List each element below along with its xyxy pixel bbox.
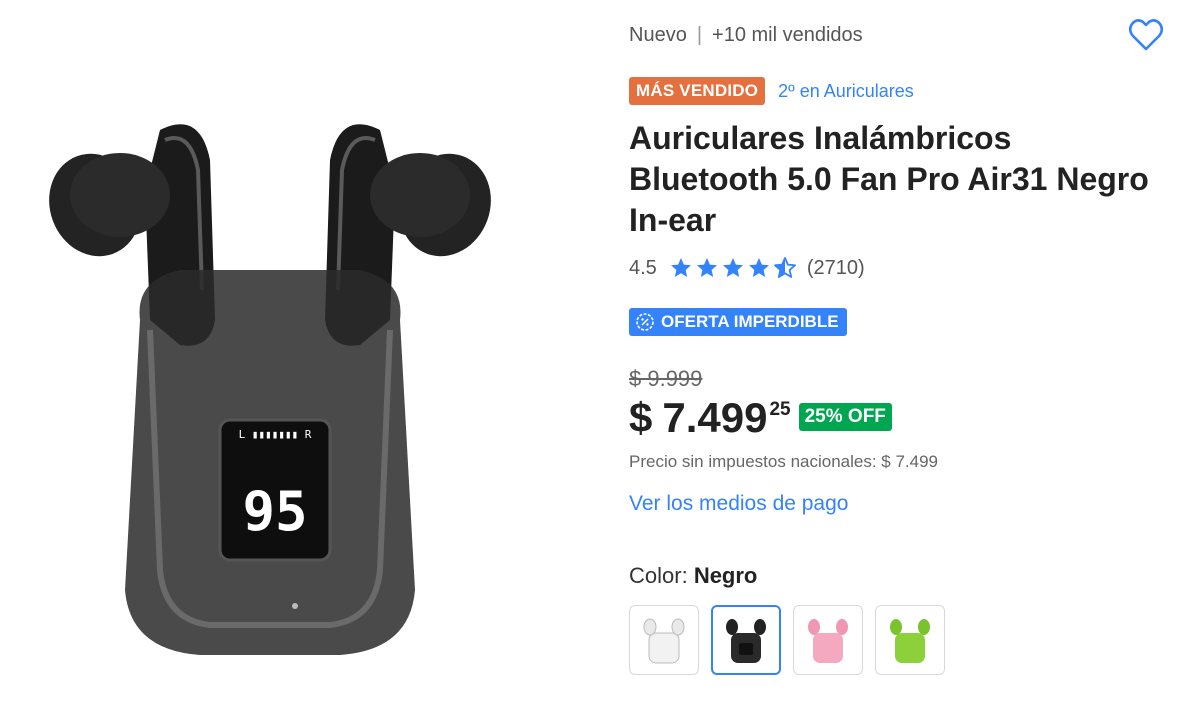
discount-seal-icon [636, 313, 654, 331]
star-half-icon [773, 257, 796, 278]
deal-badge: OFERTA IMPERDIBLE [629, 308, 847, 336]
color-swatch-black[interactable] [711, 605, 781, 675]
svg-text:L ▮▮▮▮▮▮▮ R: L ▮▮▮▮▮▮▮ R [239, 428, 312, 441]
discount-badge: 25% OFF [798, 403, 892, 431]
best-seller-badge: MÁS VENDIDO [629, 77, 766, 105]
price-without-taxes: Precio sin impuestos nacionales: $ 7.499 [629, 452, 939, 471]
color-swatch-green[interactable] [875, 605, 945, 675]
rating-count: (2710) [806, 256, 865, 279]
selected-color: Negro [693, 563, 758, 588]
color-swatch-pink[interactable] [793, 605, 863, 675]
payment-methods-link[interactable]: Ver los medios de pago [629, 492, 848, 516]
ranking-link[interactable]: 2º en Auriculares [778, 81, 914, 102]
rating-stars [669, 256, 797, 280]
rating-row[interactable]: 4.5 (2710) [629, 256, 865, 280]
star-full-icon [696, 258, 717, 277]
deal-badge-label: OFERTA IMPERDIBLE [661, 312, 839, 331]
price-integer: 7.499 [662, 394, 768, 441]
star-full-icon [722, 258, 743, 277]
product-image[interactable]: L ▮▮▮▮▮▮▮ R 95 [40, 90, 500, 670]
color-swatches [629, 605, 945, 675]
sold-count: +10 mil vendidos [712, 24, 863, 46]
earbuds-white-thumbnail [643, 618, 685, 664]
price-row: $ 7.499 25 25% OFF [629, 393, 892, 443]
product-info: Nuevo | +10 mil vendidos MÁS VENDIDO 2º en… [629, 0, 1189, 722]
product-title: Auriculares Inalámbricos Bluetooth 5.0 F… [629, 120, 1149, 238]
product-gallery: L ▮▮▮▮▮▮▮ R 95 [0, 0, 600, 722]
original-price: $ 9.999 [629, 366, 703, 391]
price-currency: $ [629, 394, 653, 441]
product-subtitle: Nuevo | +10 mil vendidos [629, 24, 863, 47]
earbuds-green-thumbnail [890, 619, 930, 663]
favorite-button[interactable] [1127, 16, 1165, 54]
condition-label: Nuevo [629, 24, 687, 46]
color-label-text: Color: [629, 563, 688, 588]
rating-value: 4.5 [629, 256, 657, 279]
color-swatch-white[interactable] [629, 605, 699, 675]
badges-row: MÁS VENDIDO 2º en Auriculares [629, 77, 914, 105]
color-label: Color: Negro [629, 563, 757, 589]
heart-icon [1128, 19, 1164, 51]
subtitle-separator: | [696, 24, 703, 46]
earbuds-pink-thumbnail [808, 619, 848, 663]
battery-display: 95 [242, 480, 307, 543]
charging-case: L ▮▮▮▮▮▮▮ R 95 [125, 270, 415, 655]
earbuds-black-thumbnail [726, 619, 766, 663]
star-full-icon [670, 258, 691, 277]
price-cents: 25 [769, 399, 791, 420]
star-full-icon [748, 258, 769, 277]
